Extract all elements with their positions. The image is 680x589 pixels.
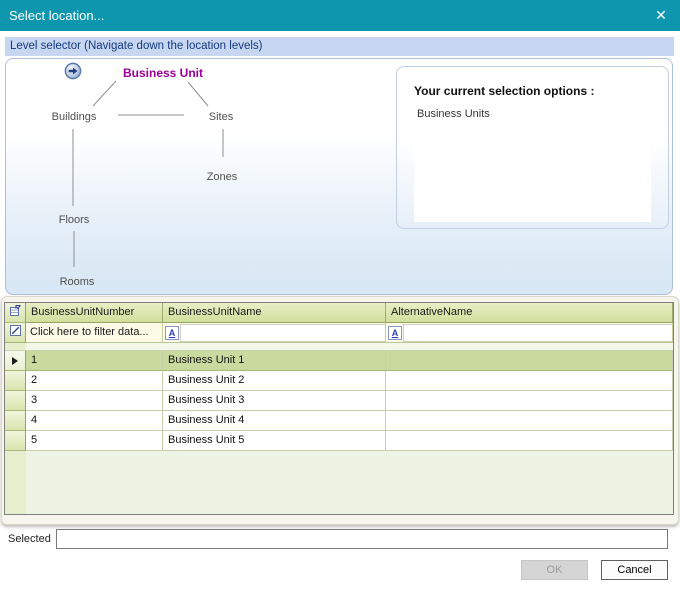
node-rooms[interactable]: Rooms <box>60 276 95 288</box>
node-floors[interactable]: Floors <box>59 214 90 226</box>
grid-empty-area <box>5 451 673 514</box>
table-row[interactable]: 4 Business Unit 4 <box>5 411 673 431</box>
business-units-grid: BusinessUnitNumber BusinessUnitName Alte… <box>4 302 674 515</box>
cell-alternativename[interactable] <box>386 411 673 431</box>
filter-type-a-icon[interactable]: A <box>388 326 402 340</box>
cell-businessunitnumber[interactable]: 3 <box>26 391 163 411</box>
column-header-businessunitname[interactable]: BusinessUnitName <box>163 303 386 323</box>
filter-text-area[interactable] <box>180 324 385 342</box>
filter-icon <box>9 324 22 342</box>
cell-businessunitnumber[interactable]: 1 <box>26 351 163 371</box>
row-indicator-cell[interactable] <box>5 351 26 371</box>
column-header-alternativename[interactable]: AlternativeName <box>386 303 673 323</box>
navigate-arrow-icon[interactable] <box>64 62 82 80</box>
cell-businessunitnumber[interactable]: 5 <box>26 431 163 451</box>
row-indicator-cell[interactable] <box>5 431 26 451</box>
cell-alternativename[interactable] <box>386 391 673 411</box>
title-bar: Select location... ✕ <box>0 0 680 31</box>
cancel-button[interactable]: Cancel <box>601 560 668 580</box>
grid-separator <box>5 343 673 351</box>
cell-businessunitnumber[interactable]: 4 <box>26 411 163 431</box>
cell-businessunitnumber[interactable]: 2 <box>26 371 163 391</box>
column-chooser-icon <box>9 304 22 322</box>
filter-prompt-cell[interactable]: Click here to filter data... <box>26 323 163 343</box>
cell-alternativename[interactable] <box>386 371 673 391</box>
location-diagram-panel: Business Unit Buildings Sites Zones Floo… <box>5 58 673 295</box>
node-zones[interactable]: Zones <box>207 171 238 183</box>
row-indicator-cell[interactable] <box>5 411 26 431</box>
cell-businessunitname[interactable]: Business Unit 4 <box>163 411 386 431</box>
cell-alternativename[interactable] <box>386 351 673 371</box>
grid-header-row: BusinessUnitNumber BusinessUnitName Alte… <box>5 303 673 323</box>
table-row[interactable]: 3 Business Unit 3 <box>5 391 673 411</box>
close-icon[interactable]: ✕ <box>646 0 676 31</box>
filter-input-businessunitname[interactable]: A <box>163 323 386 343</box>
cell-businessunitname[interactable]: Business Unit 2 <box>163 371 386 391</box>
grid-filter-row: Click here to filter data... A A <box>5 323 673 343</box>
selected-label: Selected <box>8 533 51 545</box>
node-sites[interactable]: Sites <box>209 111 233 123</box>
cell-businessunitname[interactable]: Business Unit 3 <box>163 391 386 411</box>
table-row[interactable]: 5 Business Unit 5 <box>5 431 673 451</box>
selection-option-item: Business Units <box>414 104 651 120</box>
column-header-businessunitnumber[interactable]: BusinessUnitNumber <box>26 303 163 323</box>
ok-button[interactable]: OK <box>521 560 588 580</box>
filter-type-a-icon[interactable]: A <box>165 326 179 340</box>
column-chooser-cell[interactable] <box>5 303 26 323</box>
select-location-dialog: Select location... ✕ Level selector (Nav… <box>0 0 680 589</box>
node-business-unit[interactable]: Business Unit <box>123 66 203 80</box>
selection-options-list: Business Units <box>414 104 651 222</box>
dialog-title: Select location... <box>9 0 104 31</box>
cell-alternativename[interactable] <box>386 431 673 451</box>
filter-indicator-cell[interactable] <box>5 323 26 343</box>
selection-options-panel: Your current selection options : Busines… <box>396 66 669 229</box>
current-row-arrow-icon <box>12 357 18 365</box>
row-indicator-cell[interactable] <box>5 391 26 411</box>
row-indicator-cell[interactable] <box>5 371 26 391</box>
node-buildings[interactable]: Buildings <box>52 111 97 123</box>
cell-businessunitname[interactable]: Business Unit 1 <box>163 351 386 371</box>
level-selector-header: Level selector (Navigate down the locati… <box>5 37 674 56</box>
selected-input[interactable] <box>56 529 668 549</box>
table-row[interactable]: 1 Business Unit 1 <box>5 351 673 371</box>
table-row[interactable]: 2 Business Unit 2 <box>5 371 673 391</box>
cell-businessunitname[interactable]: Business Unit 5 <box>163 431 386 451</box>
filter-input-alternativename[interactable]: A <box>386 323 673 343</box>
filter-text-area[interactable] <box>403 324 672 342</box>
selection-options-heading: Your current selection options : <box>414 84 594 98</box>
